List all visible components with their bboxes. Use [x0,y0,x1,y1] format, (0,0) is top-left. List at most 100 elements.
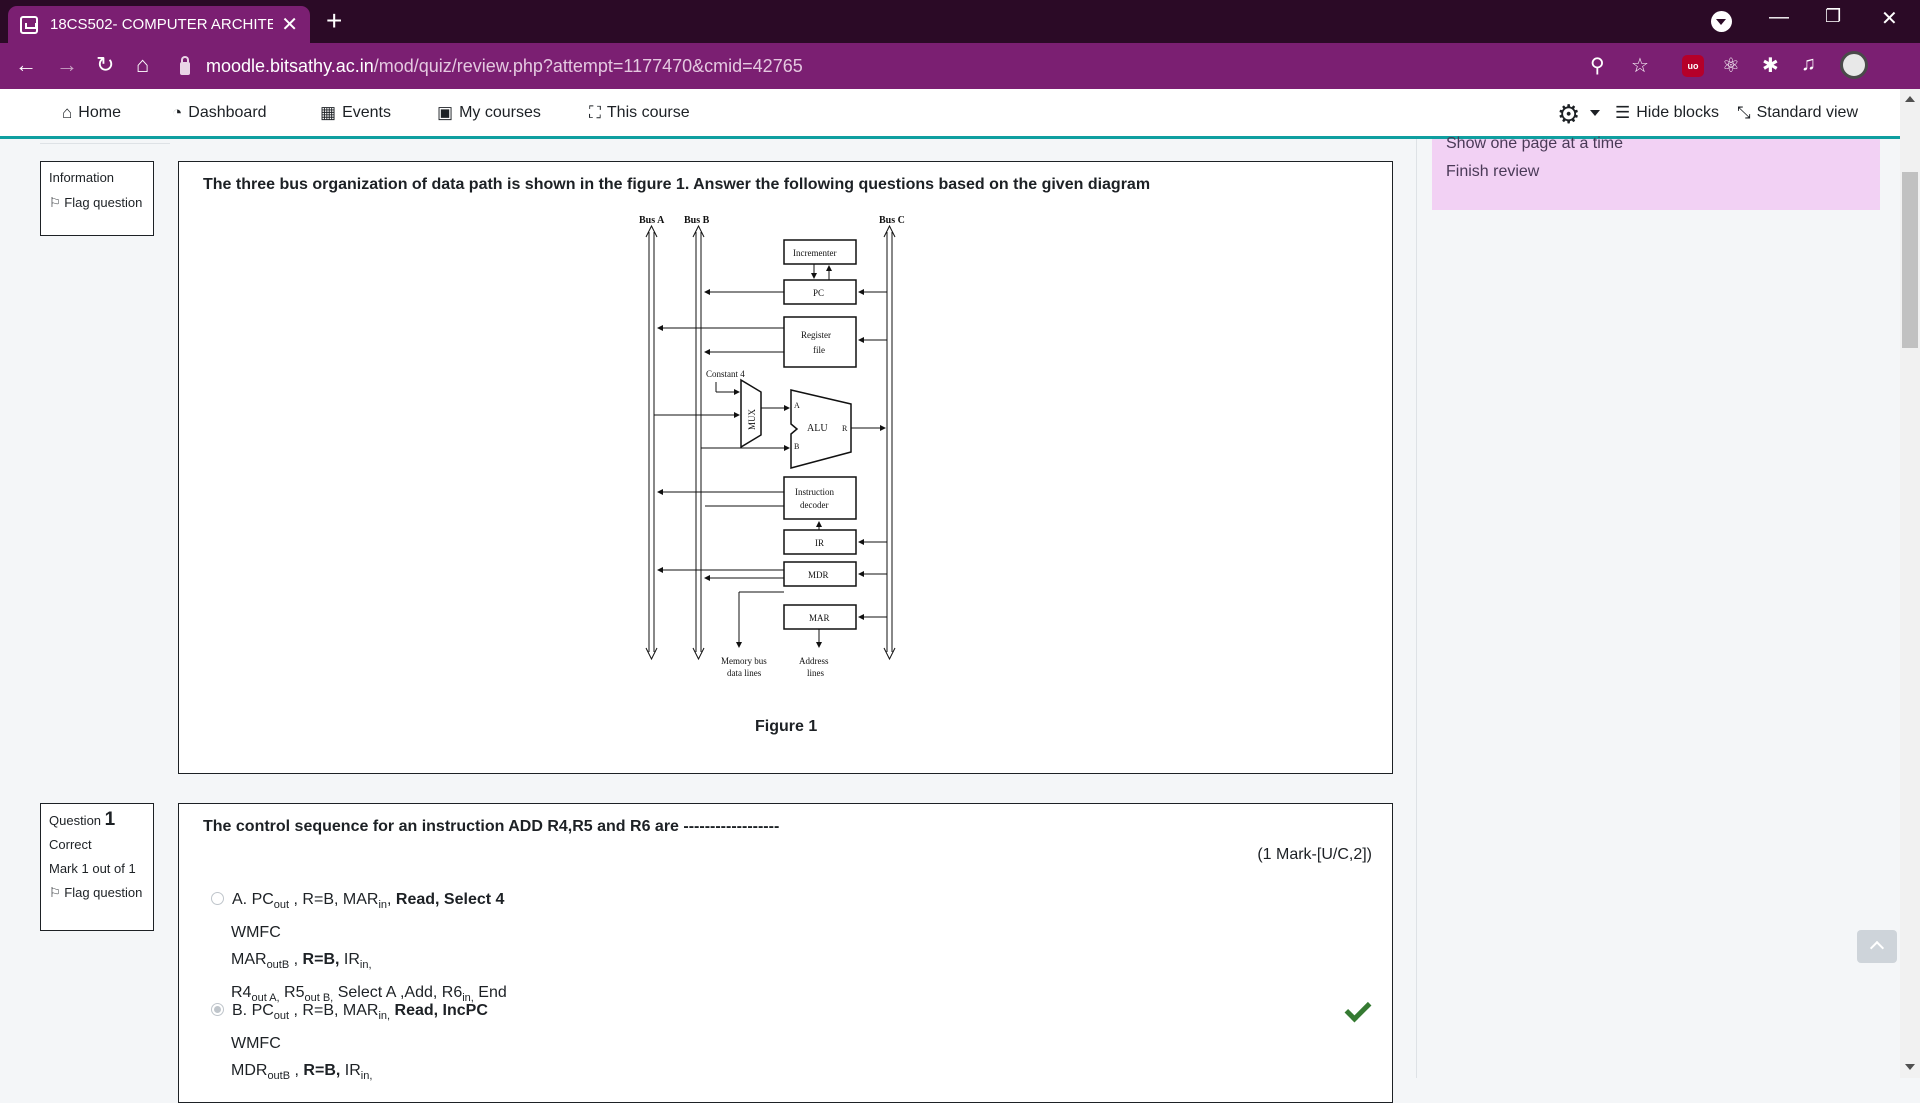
sitemap-icon: ⛶ [589,103,601,122]
option-a-wmfc: WMFC [231,924,281,942]
url-domain: moodle.bitsathy.ac.in [206,56,374,76]
bus-lines [645,224,896,661]
restore-icon[interactable]: ❐ [1825,6,1841,27]
scrollbar-thumb[interactable] [1902,172,1918,348]
info-label: Information [49,170,115,185]
question-label: Question [49,813,102,828]
close-tab-icon[interactable]: ✕ [281,12,298,37]
moodle-favicon-icon [20,15,38,34]
dashboard-gauge-icon: ◔ [172,103,183,122]
show-one-page-link[interactable]: Show one page at a time [1446,135,1623,153]
new-tab-icon[interactable]: + [326,7,342,35]
option-a-radio[interactable] [211,892,224,905]
alu-r-label: R [842,424,848,433]
media-control-icon[interactable]: ♫ [1801,53,1816,76]
scroll-up-arrow-icon[interactable] [1905,96,1915,102]
ublock-extension-icon[interactable]: uo [1682,55,1704,77]
instruction-label: Instruction [795,487,834,497]
hide-blocks-link[interactable]: ☰ Hide blocks [1615,103,1719,123]
instruction-decoder-box [783,476,857,520]
close-window-icon[interactable]: ✕ [1881,6,1898,31]
quiz-navigation-block: Show one page at a time Finish review [1432,135,1880,210]
incrementer-label: Incrementer [793,248,836,258]
forward-icon[interactable]: → [56,52,78,78]
file-label: file [813,345,825,355]
question-1-meta: Question 1 Correct Mark 1 out of 1 ⚐ Fla… [40,803,154,931]
back-to-top-button[interactable] [1857,930,1897,963]
block-region-divider [1416,139,1417,1078]
nav-home[interactable]: ⌂ Home [62,103,121,123]
nav-my-courses[interactable]: ▣ My courses [437,103,541,123]
profile-avatar[interactable] [1840,51,1868,79]
bookmark-star-icon[interactable]: ☆ [1631,53,1649,78]
caret-down-icon[interactable] [1590,110,1600,116]
three-bus-datapath-diagram: Bus A Bus B Bus C Incrementer PC Registe… [639,215,905,678]
nav-dashboard[interactable]: ◔ Dashboard [172,103,267,123]
memory-bus-label: Memory bus [721,656,767,666]
reload-icon[interactable]: ↻ [96,52,114,78]
scroll-down-arrow-icon[interactable] [1905,1064,1915,1070]
marks-note: (1 Mark-[U/C,2]) [1257,846,1372,863]
alu-b-label: B [794,442,799,451]
nav-events[interactable]: ▦ Events [320,103,391,123]
option-b-radio[interactable] [211,1003,224,1016]
option-b-wmfc: WMFC [231,1035,281,1053]
browser-tab-strip: 18CS502- COMPUTER ARCHITEC ✕ + — ❐ ✕ [0,0,1920,43]
data-lines-label: data lines [727,668,762,678]
flag-question-link[interactable]: ⚐ Flag question [49,885,145,900]
alu-a-label: A [794,401,800,410]
nav-this-course[interactable]: ⛶ This course [589,103,690,123]
home-icon: ⌂ [62,103,73,122]
question-state: Correct [49,837,92,852]
back-icon[interactable]: ← [15,52,37,78]
briefcase-icon: ▣ [437,103,454,122]
info-question-content: The three bus organization of data path … [178,161,1393,774]
nav-dashboard-label: Dashboard [188,104,267,121]
address-label: Address [799,656,829,666]
previous-content-fragment [40,139,170,144]
question-number-value: 1 [104,809,116,830]
calendar-icon: ▦ [320,103,337,122]
mar-label: MAR [809,613,830,623]
flag-icon: ⚐ [49,885,61,900]
flag-label: Flag question [64,195,143,210]
list-icon: ☰ [1615,103,1631,122]
compress-icon: ⤡ [1737,103,1751,122]
hide-blocks-label: Hide blocks [1636,104,1719,121]
home-icon[interactable]: ⌂ [136,52,149,78]
option-b[interactable]: B. PCout , R=B, MARin, Read, IncPC WMFC … [211,997,488,1090]
decoder-label: decoder [800,500,828,510]
question-number: Question 1 [49,809,145,830]
lock-icon [180,56,190,75]
zoom-icon[interactable]: ⚲ [1590,53,1605,78]
ir-label: IR [815,538,824,548]
mux-label: MUX [747,408,757,430]
address-bar[interactable]: moodle.bitsathy.ac.in/mod/quiz/review.ph… [180,50,1610,83]
nav-this-course-label: This course [606,104,690,121]
browser-toolbar: ← → ↻ ⌂ moodle.bitsathy.ac.in/mod/quiz/r… [0,43,1920,89]
react-extension-icon[interactable]: ⚛ [1722,53,1740,78]
constant4-label: Constant 4 [706,369,745,379]
moodle-navbar: ⌂ Home ◔ Dashboard ▦ Events ▣ My courses ⛶ Th… [0,89,1900,139]
finish-review-link[interactable]: Finish review [1446,163,1539,181]
tab-search-icon[interactable] [1711,11,1732,32]
mdr-label: MDR [808,570,829,580]
nav-events-label: Events [342,104,391,121]
option-a[interactable]: A. PCout , R=B, MARin, Read, Select 4 WM… [211,886,507,1013]
info-question-text: The three bus organization of data path … [203,176,1151,193]
extensions-puzzle-icon[interactable]: ✱ [1762,53,1779,78]
flag-question-link[interactable]: ⚐ Flag question [49,195,145,210]
figure-caption: Figure 1 [755,718,818,735]
bus-b-label: Bus B [684,215,710,226]
option-b-prefix: B. [232,1002,248,1019]
pc-label: PC [813,288,824,298]
question-1-text: The control sequence for an instruction … [203,818,780,835]
settings-gear-icon[interactable]: ⚙ [1557,99,1580,130]
standard-view-link[interactable]: ⤡ Standard view [1737,103,1858,123]
lines-label: lines [807,668,824,678]
alu-label: ALU [807,423,828,434]
minimize-icon[interactable]: — [1769,6,1789,29]
question-mark: Mark 1 out of 1 [49,861,136,876]
standard-view-label: Standard view [1756,104,1858,121]
browser-tab[interactable]: 18CS502- COMPUTER ARCHITEC ✕ [8,6,310,43]
